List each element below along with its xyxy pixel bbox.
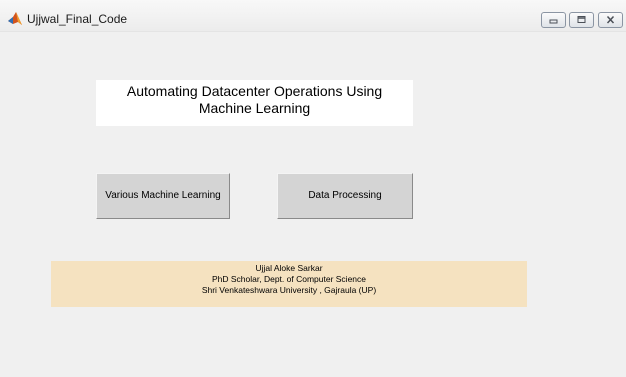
maximize-icon — [577, 16, 586, 23]
close-icon — [606, 15, 615, 24]
author-position: PhD Scholar, Dept. of Computer Science — [211, 274, 367, 284]
author-name: Ujjal Aloke Sarkar — [255, 263, 323, 273]
credits-panel: Ujjal Aloke Sarkar PhD Scholar, Dept. of… — [51, 261, 527, 307]
close-button[interactable] — [598, 12, 623, 28]
title-bar[interactable]: Ujjwal_Final_Code — [0, 0, 626, 32]
matlab-icon — [7, 11, 23, 27]
machine-learning-button[interactable]: Various Machine Learning — [96, 173, 230, 219]
minimize-icon — [549, 19, 558, 24]
data-processing-button[interactable]: Data Processing — [277, 173, 413, 219]
window-title: Ujjwal_Final_Code — [27, 12, 128, 26]
heading-line-2: Machine Learning — [198, 100, 311, 116]
heading-line-1: Automating Datacenter Operations Using — [126, 83, 383, 99]
heading-panel: Automating Datacenter Operations Using M… — [96, 80, 413, 126]
maximize-button[interactable] — [569, 12, 594, 28]
minimize-button[interactable] — [541, 12, 566, 28]
author-institution: Shri Venkateshwara University , Gajraula… — [201, 285, 377, 295]
app-window: Ujjwal_Final_Code Automating Datacenter … — [0, 0, 626, 377]
